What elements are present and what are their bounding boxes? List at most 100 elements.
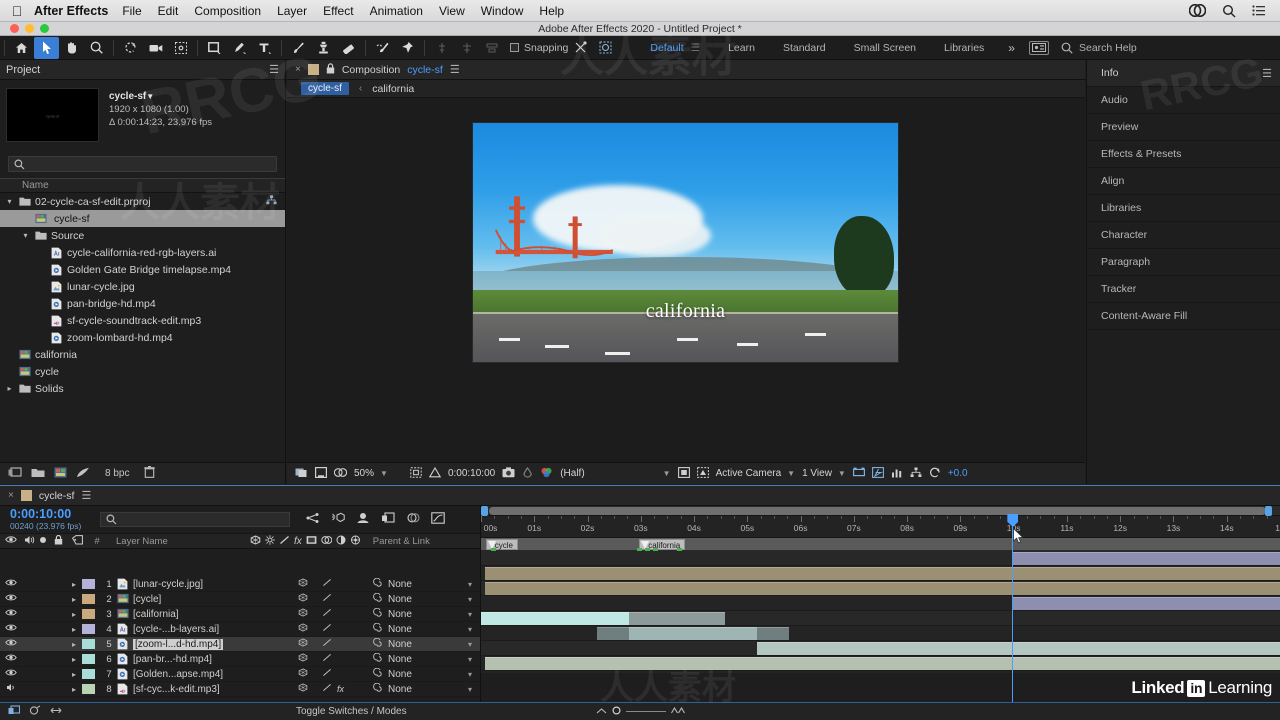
- toggle-mask-icon[interactable]: [410, 466, 422, 481]
- spotlight-search-icon[interactable]: [1222, 4, 1236, 18]
- layer-expand-chevron-right-icon[interactable]: ▸: [66, 625, 82, 634]
- sidebar-item-content-aware-fill[interactable]: Content-Aware Fill: [1087, 303, 1280, 330]
- chevron-down-icon[interactable]: ▾: [468, 610, 472, 619]
- chevron-right-icon[interactable]: ▸: [4, 384, 15, 393]
- layer-name-cell[interactable]: [lunar-cycle.jpg]: [117, 578, 296, 590]
- sidebar-item-info[interactable]: Info ☰: [1087, 60, 1280, 87]
- layer-switches[interactable]: [296, 578, 372, 590]
- workspace-tab-learn[interactable]: Learn: [714, 36, 769, 60]
- video-toggle-icon[interactable]: [0, 623, 22, 635]
- layer-label-color[interactable]: [82, 594, 95, 604]
- layer-track[interactable]: [481, 551, 1280, 566]
- effects-slash-switch-icon[interactable]: [322, 653, 332, 665]
- 3d-switch-icon[interactable]: [298, 623, 308, 635]
- layer-name-cell[interactable]: [zoom-l...d-hd.mp4]: [117, 638, 296, 650]
- video-eye-icon[interactable]: [0, 535, 22, 547]
- draft-3d-icon[interactable]: [331, 512, 345, 527]
- always-preview-icon[interactable]: [295, 467, 308, 481]
- type-tool-icon[interactable]: [252, 37, 277, 59]
- layer-label-color[interactable]: [82, 654, 95, 664]
- layer-switches[interactable]: [296, 668, 372, 680]
- layer-name-cell[interactable]: [cycle-...b-layers.ai]: [117, 623, 296, 635]
- zoom-slider-thumb[interactable]: [612, 705, 621, 718]
- layer-expand-chevron-right-icon[interactable]: ▸: [66, 595, 82, 604]
- timeline-tab-name[interactable]: cycle-sf: [39, 490, 75, 502]
- layer-name-cell[interactable]: [sf-cyc...k-edit.mp3]: [117, 683, 296, 695]
- video-toggle-icon[interactable]: [0, 593, 22, 605]
- pen-tool-icon[interactable]: [227, 37, 252, 59]
- video-toggle-icon[interactable]: [0, 608, 22, 620]
- layer-row[interactable]: ▸ 2 [cycle] None ▾: [0, 592, 480, 607]
- chevron-down-icon[interactable]: ▾: [468, 655, 472, 664]
- sidebar-item-libraries[interactable]: Libraries: [1087, 195, 1280, 222]
- frame-render-icon[interactable]: [29, 705, 41, 719]
- snapshot-icon[interactable]: [502, 466, 515, 481]
- project-search-input[interactable]: [8, 156, 277, 172]
- layer-switches[interactable]: fx: [296, 683, 372, 695]
- mask-feather-icon[interactable]: [593, 37, 618, 59]
- layer-track[interactable]: [481, 611, 1280, 626]
- project-tree-item[interactable]: pan-bridge-hd.mp4: [0, 295, 285, 312]
- chevron-down-icon[interactable]: ▾: [468, 580, 472, 589]
- sidebar-item-tracker[interactable]: Tracker: [1087, 276, 1280, 303]
- chevron-down-icon[interactable]: ▾: [468, 685, 472, 694]
- chevron-down-icon[interactable]: ▼: [663, 469, 671, 478]
- menu-layer[interactable]: Layer: [277, 4, 307, 18]
- project-panel-menu-icon[interactable]: ☰: [269, 63, 279, 76]
- effects-slash-switch-icon[interactable]: [322, 638, 332, 650]
- layer-label-color[interactable]: [82, 579, 95, 589]
- sidebar-item-effects-presets[interactable]: Effects & Presets: [1087, 141, 1280, 168]
- exposure-value[interactable]: +0.0: [948, 468, 968, 479]
- project-tree-item[interactable]: ▾ Source: [0, 227, 285, 244]
- layer-expand-chevron-right-icon[interactable]: ▸: [66, 655, 82, 664]
- layer-expand-chevron-right-icon[interactable]: ▸: [66, 580, 82, 589]
- close-tab-icon[interactable]: ×: [8, 490, 14, 501]
- solo-icon[interactable]: [36, 536, 50, 547]
- chevron-down-icon[interactable]: ▾: [468, 595, 472, 604]
- chevron-down-icon[interactable]: ▾: [468, 670, 472, 679]
- layer-bars-area[interactable]: [481, 551, 1280, 673]
- new-folder-icon[interactable]: [31, 467, 45, 481]
- project-column-header[interactable]: Name: [0, 178, 285, 193]
- effects-slash-switch-icon[interactable]: [322, 683, 332, 695]
- shape-tool-icon[interactable]: [202, 37, 227, 59]
- project-tree-item[interactable]: zoom-lombard-hd.mp4: [0, 329, 285, 346]
- rotation-tool-icon[interactable]: [118, 37, 143, 59]
- parent-link-cell[interactable]: None ▾: [372, 667, 480, 681]
- sidebar-item-paragraph[interactable]: Paragraph: [1087, 249, 1280, 276]
- zoom-out-icon[interactable]: [596, 706, 607, 717]
- show-snapshot-icon[interactable]: [522, 466, 533, 481]
- project-tree-item[interactable]: ▾ 02-cycle-ca-sf-edit.prproj: [0, 193, 285, 210]
- info-panel-menu-icon[interactable]: ☰: [1262, 67, 1280, 80]
- layer-expand-chevron-right-icon[interactable]: ▸: [66, 670, 82, 679]
- breadcrumb-item-california[interactable]: california: [372, 83, 414, 95]
- comp-flowchart-icon[interactable]: [910, 467, 922, 481]
- layer-name-cell[interactable]: [Golden...apse.mp4]: [117, 668, 296, 680]
- sidebar-item-align[interactable]: Align: [1087, 168, 1280, 195]
- chevron-down-icon[interactable]: ▾: [468, 640, 472, 649]
- effects-slash-icon[interactable]: [279, 535, 290, 548]
- home-icon[interactable]: [9, 37, 34, 59]
- sidebar-item-character[interactable]: Character: [1087, 222, 1280, 249]
- region-of-interest-icon[interactable]: [315, 466, 328, 481]
- layer-track[interactable]: [481, 581, 1280, 596]
- sidebar-item-audio[interactable]: Audio: [1087, 87, 1280, 114]
- layer-label-color[interactable]: [82, 669, 95, 679]
- workspace-tab-standard[interactable]: Standard: [769, 36, 840, 60]
- layer-expand-chevron-right-icon[interactable]: ▸: [66, 640, 82, 649]
- anchor-point-tool-icon[interactable]: [168, 37, 193, 59]
- effects-slash-switch-icon[interactable]: [322, 668, 332, 680]
- layer-switches[interactable]: [296, 608, 372, 620]
- close-tab-icon[interactable]: ×: [295, 64, 301, 75]
- align-center-icon[interactable]: [454, 37, 479, 59]
- align-left-icon[interactable]: [429, 37, 454, 59]
- layer-track[interactable]: [481, 626, 1280, 641]
- layer-number-header[interactable]: #: [88, 536, 106, 547]
- hide-shy-layers-icon[interactable]: [356, 512, 370, 527]
- pick-whip-icon[interactable]: [372, 607, 383, 621]
- frame-blending-icon[interactable]: [381, 512, 395, 527]
- menu-animation[interactable]: Animation: [370, 4, 423, 18]
- composition-mini-flowchart-icon[interactable]: [306, 512, 320, 527]
- workspace-presets-icon[interactable]: [1028, 40, 1049, 55]
- pick-whip-icon[interactable]: [372, 577, 383, 591]
